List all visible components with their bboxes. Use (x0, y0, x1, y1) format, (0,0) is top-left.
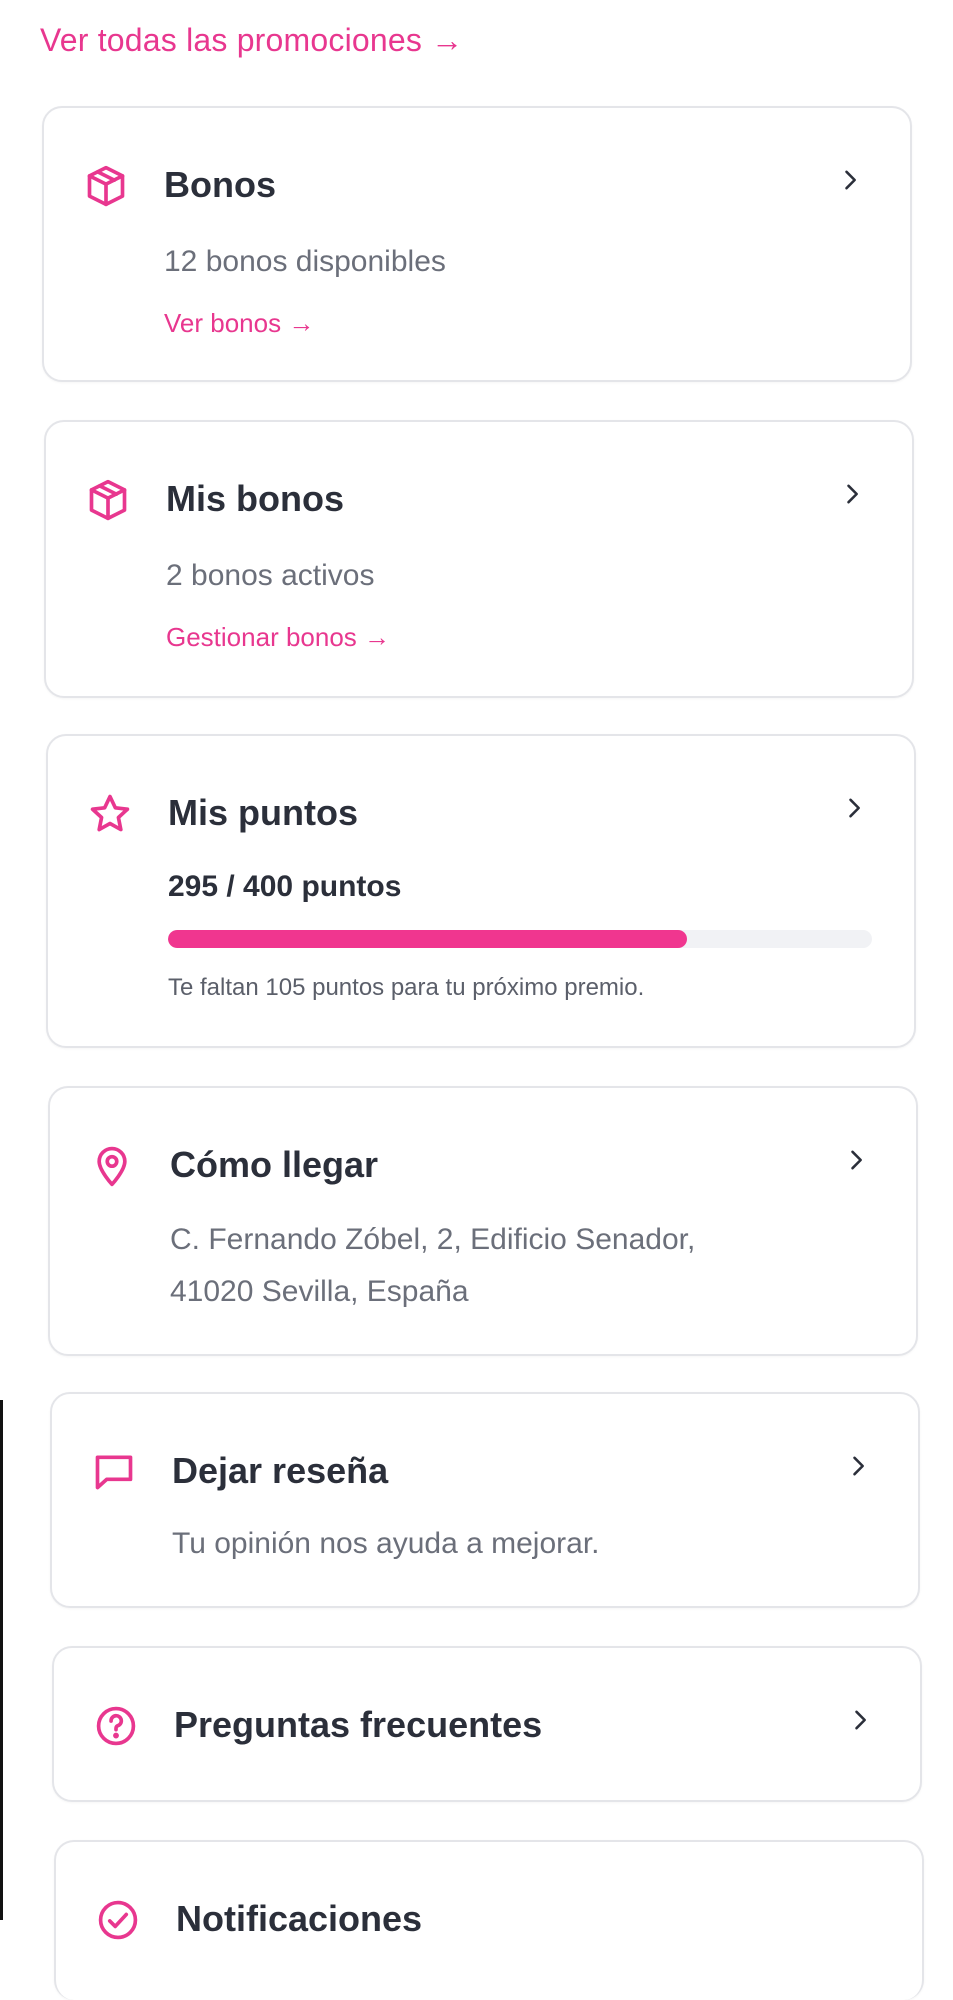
notificaciones-card[interactable]: Notificaciones (54, 1840, 924, 2000)
star-icon (88, 792, 132, 836)
chevron-right-icon[interactable] (836, 166, 864, 194)
points-remaining-note: Te faltan 105 puntos para tu próximo pre… (168, 974, 645, 1001)
card-title: Preguntas frecuentes (174, 1704, 543, 1745)
points-progress-bar (168, 930, 872, 948)
points-progress-fill (168, 930, 688, 948)
faq-card[interactable]: Preguntas frecuentes (52, 1646, 922, 1802)
mis-puntos-card[interactable]: Mis puntos 295 / 400 puntos Te faltan 10… (46, 734, 916, 1048)
card-title: Mis puntos (168, 792, 358, 833)
address-line-2: 41020 Sevilla, España (170, 1275, 469, 1308)
map-pin-icon (90, 1144, 134, 1188)
help-circle-icon (94, 1704, 138, 1748)
chevron-right-icon[interactable] (842, 1146, 870, 1174)
screen-edge (0, 1400, 3, 1920)
card-subtitle: 12 bonos disponibles (164, 245, 446, 278)
card-title: Notificaciones (176, 1898, 423, 1939)
chevron-right-icon[interactable] (838, 480, 866, 508)
message-square-icon (92, 1450, 136, 1494)
package-icon (86, 478, 130, 522)
dejar-resena-card[interactable]: Dejar reseña Tu opinión nos ayuda a mejo… (50, 1392, 920, 1608)
chevron-right-icon[interactable] (846, 1706, 874, 1734)
chevron-right-icon[interactable] (844, 1452, 872, 1480)
address-line-1: C. Fernando Zóbel, 2, Edificio Senador, (170, 1223, 696, 1256)
package-icon (84, 164, 128, 208)
check-circle-icon (96, 1898, 140, 1942)
card-subtitle: Tu opinión nos ayuda a mejorar. (172, 1527, 600, 1560)
manage-bonos-link[interactable]: Gestionar bonos → (166, 622, 390, 653)
chevron-right-icon[interactable] (840, 794, 868, 822)
card-title: Bonos (164, 164, 276, 205)
card-title: Cómo llegar (170, 1144, 379, 1185)
view-bonos-link[interactable]: Ver bonos → (164, 308, 314, 339)
card-title: Mis bonos (166, 478, 344, 519)
bonos-card[interactable]: Bonos 12 bonos disponibles Ver bonos → (42, 106, 912, 382)
points-value: 295 / 400 puntos (168, 870, 402, 903)
view-all-promotions-link[interactable]: Ver todas las promociones → (40, 22, 463, 59)
card-subtitle: 2 bonos activos (166, 559, 375, 592)
card-title: Dejar reseña (172, 1450, 389, 1491)
mis-bonos-card[interactable]: Mis bonos 2 bonos activos Gestionar bono… (44, 420, 914, 698)
como-llegar-card[interactable]: Cómo llegar C. Fernando Zóbel, 2, Edific… (48, 1086, 918, 1356)
